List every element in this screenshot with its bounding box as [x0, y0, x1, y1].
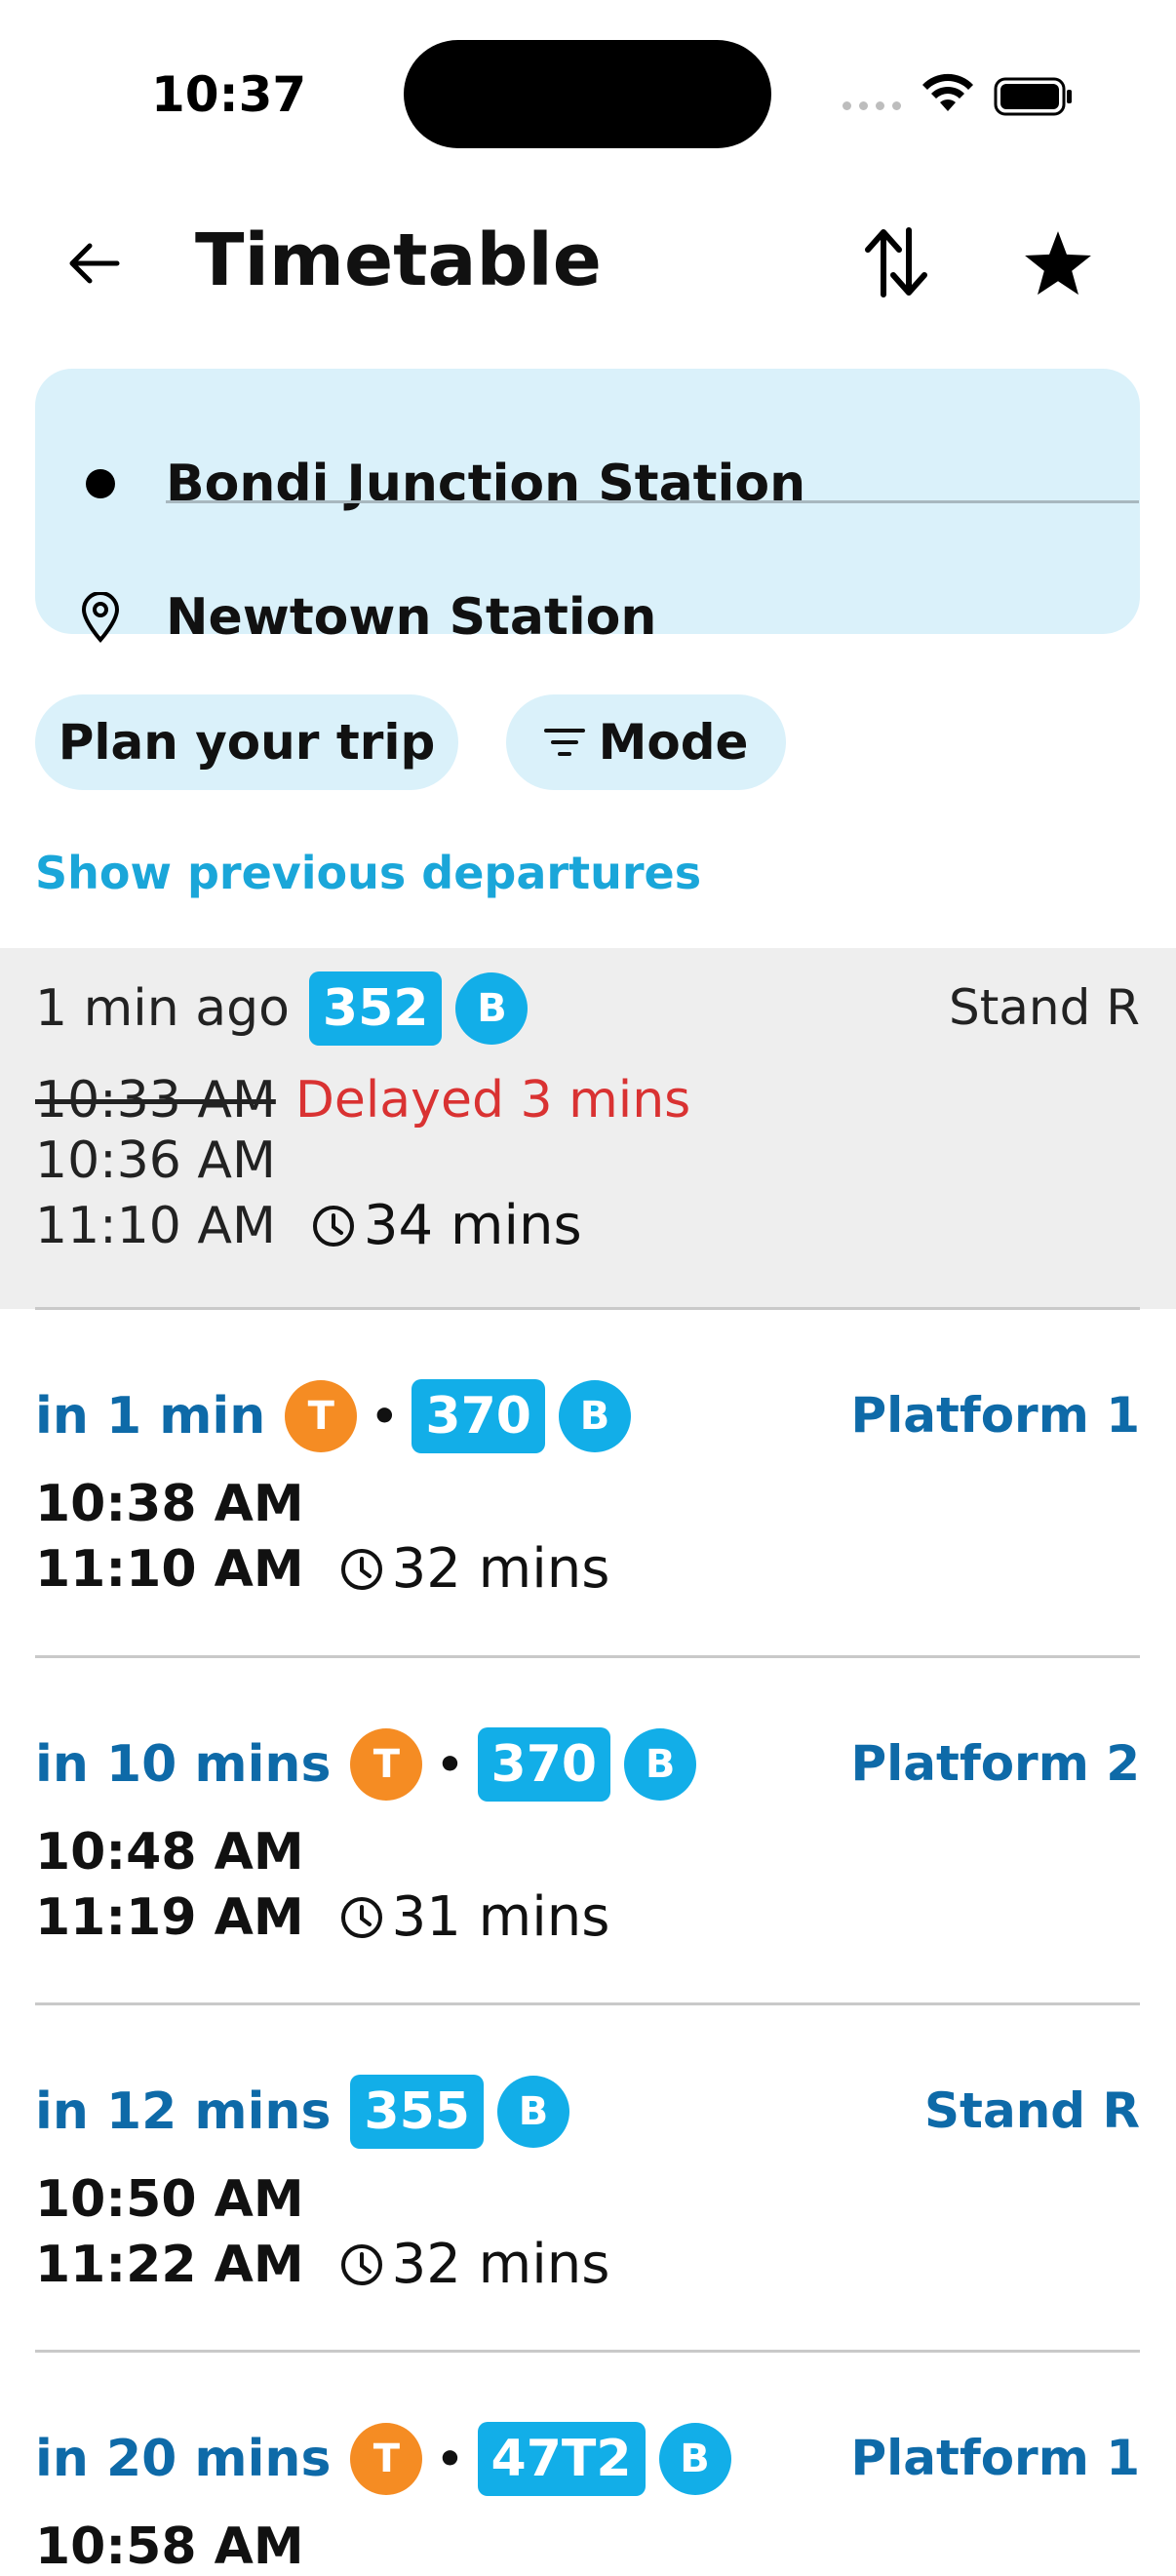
departure-time: 10:36 AM — [35, 1131, 276, 1190]
star-icon — [1025, 231, 1091, 296]
arrival-time: 11:10 AM — [35, 1539, 304, 1599]
clock-icon — [340, 1896, 382, 1938]
arrow-left-icon — [69, 243, 120, 284]
relative-time: in 20 mins — [35, 2430, 332, 2488]
trip-duration: 32 mins — [339, 1537, 610, 1601]
bus-mode-icon: B — [624, 1728, 697, 1801]
relative-time: in 10 mins — [35, 1735, 332, 1794]
mode-label: Mode — [598, 714, 749, 771]
train-mode-icon: T — [350, 1728, 423, 1801]
arrival-time: 11:19 AM — [35, 1887, 304, 1947]
separator-dot: • — [371, 1391, 399, 1442]
route-number-badge: 47T2 — [477, 2422, 646, 2496]
relative-time: in 12 mins — [35, 2082, 332, 2141]
departure-row[interactable]: 1 min ago 352 B Stand R 10:33 AM Delayed… — [0, 948, 1176, 1309]
route-number-badge: 370 — [477, 1727, 611, 1802]
stop-location: Stand R — [948, 979, 1140, 1036]
relative-time: in 1 min — [35, 1387, 266, 1446]
destination-row[interactable]: Newtown Station — [35, 569, 1140, 666]
trip-duration: 31 mins — [339, 1885, 610, 1949]
duration-text: 32 mins — [391, 1537, 610, 1601]
stop-location: Platform 1 — [850, 2430, 1140, 2486]
delay-status: Delayed 3 mins — [294, 1071, 691, 1129]
bus-mode-icon: B — [496, 2076, 569, 2148]
status-bar: 10:37 — [0, 0, 1176, 185]
page-title: Timetable — [195, 218, 602, 302]
battery-icon — [994, 77, 1072, 116]
stop-location: Platform 2 — [850, 1735, 1140, 1792]
departure-time: 10:48 AM — [35, 1823, 304, 1882]
stop-location: Stand R — [924, 2082, 1140, 2139]
cellular-signal-icon — [843, 101, 901, 110]
destination-label: Newtown Station — [166, 588, 657, 647]
duration-text: 32 mins — [391, 2233, 610, 2296]
origin-label: Bondi Junction Station — [166, 455, 806, 513]
status-time: 10:37 — [151, 66, 307, 123]
clock-icon — [340, 1548, 382, 1590]
duration-text: 31 mins — [391, 1885, 610, 1949]
stop-location: Platform 1 — [850, 1387, 1140, 1444]
scheduled-time: 10:33 AM — [35, 1071, 276, 1129]
trip-duration: 32 mins — [339, 2233, 610, 2296]
plan-trip-chip[interactable]: Plan your trip — [35, 694, 458, 790]
departure-time: 10:58 AM — [35, 2517, 304, 2576]
filter-icon — [543, 729, 585, 756]
bus-mode-icon: B — [658, 2423, 731, 2495]
departure-row[interactable]: in 12 mins 355 B Stand R 10:50 AM 11:22 … — [0, 2004, 1176, 2352]
bus-mode-icon: B — [455, 972, 529, 1045]
departure-row[interactable]: in 1 min T • 370 B Platform 1 10:38 AM 1… — [0, 1309, 1176, 1656]
departure-row[interactable]: in 10 mins T • 370 B Platform 2 10:48 AM… — [0, 1657, 1176, 2004]
location-pin-icon — [81, 592, 120, 643]
swap-direction-button[interactable] — [854, 220, 938, 304]
duration-text: 34 mins — [363, 1194, 582, 1257]
wifi-icon — [922, 73, 973, 111]
clock-icon — [340, 2243, 382, 2285]
origin-row[interactable]: Bondi Junction Station — [35, 435, 1140, 533]
train-mode-icon: T — [350, 2423, 423, 2495]
departure-time: 10:50 AM — [35, 2170, 304, 2229]
separator-dot: • — [436, 2434, 464, 2484]
route-number-badge: 355 — [350, 2075, 484, 2149]
arrival-time: 11:22 AM — [35, 2235, 304, 2294]
train-mode-icon: T — [285, 1380, 358, 1452]
bus-mode-icon: B — [558, 1380, 631, 1452]
departure-time: 10:38 AM — [35, 1475, 304, 1533]
back-button[interactable] — [55, 224, 133, 302]
route-divider — [166, 500, 1139, 503]
swap-vertical-icon — [865, 227, 927, 297]
show-previous-departures-link[interactable]: Show previous departures — [35, 847, 701, 899]
route-number-badge: 370 — [412, 1379, 545, 1453]
departure-row[interactable]: in 20 mins T • 47T2 B Platform 1 10:58 A… — [0, 2352, 1176, 2576]
clock-icon — [312, 1205, 354, 1247]
trip-duration: 34 mins — [311, 1194, 582, 1257]
separator-dot: • — [436, 1739, 464, 1790]
dynamic-island — [404, 40, 771, 148]
relative-time: 1 min ago — [35, 979, 290, 1038]
origin-dot-icon — [86, 469, 115, 498]
arrival-time: 11:10 AM — [35, 1196, 276, 1255]
plan-trip-label: Plan your trip — [58, 714, 436, 771]
route-card[interactable]: Bondi Junction Station Newtown Station — [35, 369, 1140, 647]
route-number-badge: 352 — [308, 971, 443, 1046]
mode-filter-chip[interactable]: Mode — [506, 694, 786, 790]
favorite-button[interactable] — [1014, 220, 1102, 308]
